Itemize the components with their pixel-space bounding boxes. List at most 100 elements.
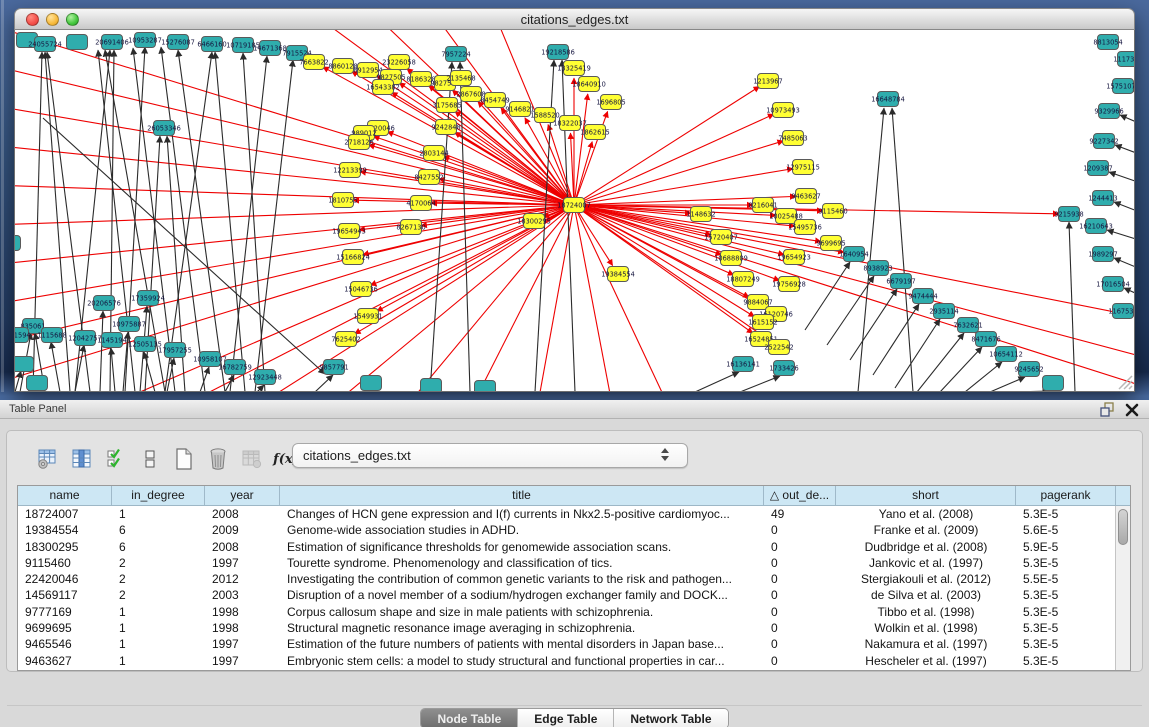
- network-node[interactable]: 9242848: [431, 120, 460, 135]
- network-node[interactable]: 1615152: [748, 315, 777, 330]
- network-node[interactable]: 1145194: [97, 333, 126, 348]
- table-row[interactable]: 1830029562008Estimation of significance …: [18, 539, 1130, 555]
- network-node[interactable]: 9857791: [319, 360, 348, 375]
- network-node[interactable]: 6679197: [886, 274, 915, 289]
- network-window-titlebar[interactable]: citations_edges.txt: [14, 8, 1135, 30]
- table-row[interactable]: 911546021997Tourette syndrome. Phenomeno…: [18, 555, 1130, 571]
- table-row[interactable]: 946554611997Estimation of the future num…: [18, 636, 1130, 652]
- network-node[interactable]: 12975115: [786, 160, 820, 175]
- network-node[interactable]: 1244413: [1088, 191, 1117, 206]
- float-window-icon[interactable]: [1100, 402, 1115, 417]
- column-header-year[interactable]: year: [205, 486, 280, 505]
- close-icon[interactable]: [1125, 403, 1139, 417]
- network-node[interactable]: 17359924: [131, 291, 165, 306]
- network-node[interactable]: 19384554: [601, 267, 635, 282]
- network-node[interactable]: 1213967: [753, 74, 782, 89]
- network-node[interactable]: 16648784: [871, 92, 905, 107]
- new-file-icon[interactable]: [173, 447, 195, 471]
- network-node[interactable]: 8427552: [414, 170, 443, 185]
- network-node[interactable]: 1549931: [353, 309, 382, 324]
- network-node[interactable]: 6466160: [197, 37, 226, 52]
- network-node[interactable]: 1640954: [839, 247, 868, 262]
- table-scrollbar[interactable]: [1115, 506, 1130, 670]
- network-node[interactable]: 8267130: [396, 220, 425, 235]
- network-node[interactable]: 1989297: [1088, 247, 1117, 262]
- resize-grip-icon[interactable]: [1119, 376, 1132, 389]
- network-node[interactable]: 10975887: [112, 317, 146, 332]
- table-select-dropdown[interactable]: citations_edges.txt: [292, 443, 688, 468]
- network-node[interactable]: 12923448: [248, 370, 282, 385]
- network-node[interactable]: 19756928: [772, 277, 806, 292]
- network-node[interactable]: 3175685: [432, 98, 461, 113]
- network-node[interactable]: 1733426: [769, 361, 798, 376]
- network-node[interactable]: 8216041: [748, 198, 777, 213]
- network-node[interactable]: 19654943: [332, 224, 366, 239]
- column-header-title[interactable]: title: [280, 486, 764, 505]
- network-node[interactable]: 19654923: [777, 250, 811, 265]
- rows-icon[interactable]: [139, 447, 161, 471]
- network-node[interactable]: 7625402: [331, 332, 360, 347]
- show-column-icon[interactable]: [71, 447, 93, 471]
- network-node[interactable]: 9227342: [1089, 134, 1118, 149]
- network-node[interactable]: [67, 35, 88, 50]
- network-node[interactable]: 15276087: [161, 35, 195, 50]
- delete-table-icon[interactable]: [207, 447, 229, 471]
- network-node[interactable]: 1209387: [1083, 161, 1112, 176]
- table-row[interactable]: 977716911998Corpus callosum shape and si…: [18, 604, 1130, 620]
- zoom-traffic-light-icon[interactable]: [66, 13, 79, 26]
- network-node[interactable]: 2135468: [446, 71, 475, 86]
- network-node[interactable]: [15, 236, 21, 251]
- column-header-pagerank[interactable]: pagerank: [1016, 486, 1116, 505]
- network-node[interactable]: 391594: [15, 328, 31, 343]
- network-node[interactable]: 4170064: [406, 196, 435, 211]
- network-node[interactable]: 2803144: [419, 146, 448, 161]
- table-row[interactable]: 1938455462009Genome-wide association stu…: [18, 522, 1130, 538]
- table-settings-icon[interactable]: [37, 447, 59, 471]
- column-header-in_degree[interactable]: in_degree: [112, 486, 205, 505]
- network-node[interactable]: 9329966: [1094, 104, 1123, 119]
- tab-network-table[interactable]: Network Table: [613, 709, 727, 727]
- network-node[interactable]: 1862615: [580, 125, 609, 140]
- table-row[interactable]: 969969511998Structural magnetic resonanc…: [18, 620, 1130, 636]
- network-node[interactable]: [421, 379, 442, 392]
- column-header-out_de[interactable]: △ out_de...: [764, 486, 836, 505]
- network-node[interactable]: 9474444: [908, 289, 937, 304]
- table-row[interactable]: 946362711997Embryonic stem cells: a mode…: [18, 653, 1130, 669]
- table-row[interactable]: 2242004622012Investigating the contribut…: [18, 571, 1130, 587]
- column-header-short[interactable]: short: [836, 486, 1016, 505]
- network-node[interactable]: 15046736: [344, 282, 378, 297]
- network-node[interactable]: 17957255: [158, 343, 192, 358]
- network-node[interactable]: 7663822: [299, 55, 328, 70]
- network-node[interactable]: 1117316: [1113, 52, 1134, 67]
- table-row[interactable]: 1456911722003Disruption of a novel membe…: [18, 587, 1130, 603]
- network-node[interactable]: 18640910: [572, 77, 606, 92]
- network-node[interactable]: [1043, 376, 1064, 391]
- network-node[interactable]: 9699695: [816, 236, 845, 251]
- network-node[interactable]: 8813054: [1093, 35, 1122, 50]
- network-node[interactable]: 23226058: [382, 55, 416, 70]
- network-node[interactable]: [15, 357, 34, 372]
- minimize-traffic-light-icon[interactable]: [46, 13, 59, 26]
- network-node[interactable]: 2935114: [929, 304, 958, 319]
- network-node[interactable]: 10953287: [128, 33, 162, 48]
- network-node[interactable]: 1167531: [1108, 304, 1134, 319]
- network-node[interactable]: 1115688: [37, 328, 66, 343]
- tab-node-table[interactable]: Node Table: [421, 709, 517, 727]
- table-scrollbar-thumb[interactable]: [1118, 509, 1128, 545]
- network-node[interactable]: [475, 381, 496, 392]
- network-node[interactable]: [27, 376, 48, 391]
- close-traffic-light-icon[interactable]: [26, 13, 39, 26]
- network-node[interactable]: 20691406: [95, 35, 129, 50]
- network-node[interactable]: 1810755: [328, 193, 357, 208]
- network-node[interactable]: 2522542: [764, 340, 793, 355]
- network-node[interactable]: 12505135: [128, 337, 162, 352]
- network-node[interactable]: 9215938: [1054, 207, 1083, 222]
- tab-edge-table[interactable]: Edge Table: [517, 709, 613, 727]
- network-node[interactable]: 17016504: [1096, 277, 1130, 292]
- network-node[interactable]: 8471676: [971, 332, 1000, 347]
- citation-network-graph[interactable]: 2405572420691406109532871527608764661601…: [15, 30, 1134, 391]
- network-node[interactable]: 1148632: [686, 207, 715, 222]
- network-node[interactable]: 10654112: [989, 347, 1023, 362]
- network-node[interactable]: 15751074: [1106, 79, 1134, 94]
- network-node[interactable]: 7957224: [441, 47, 470, 62]
